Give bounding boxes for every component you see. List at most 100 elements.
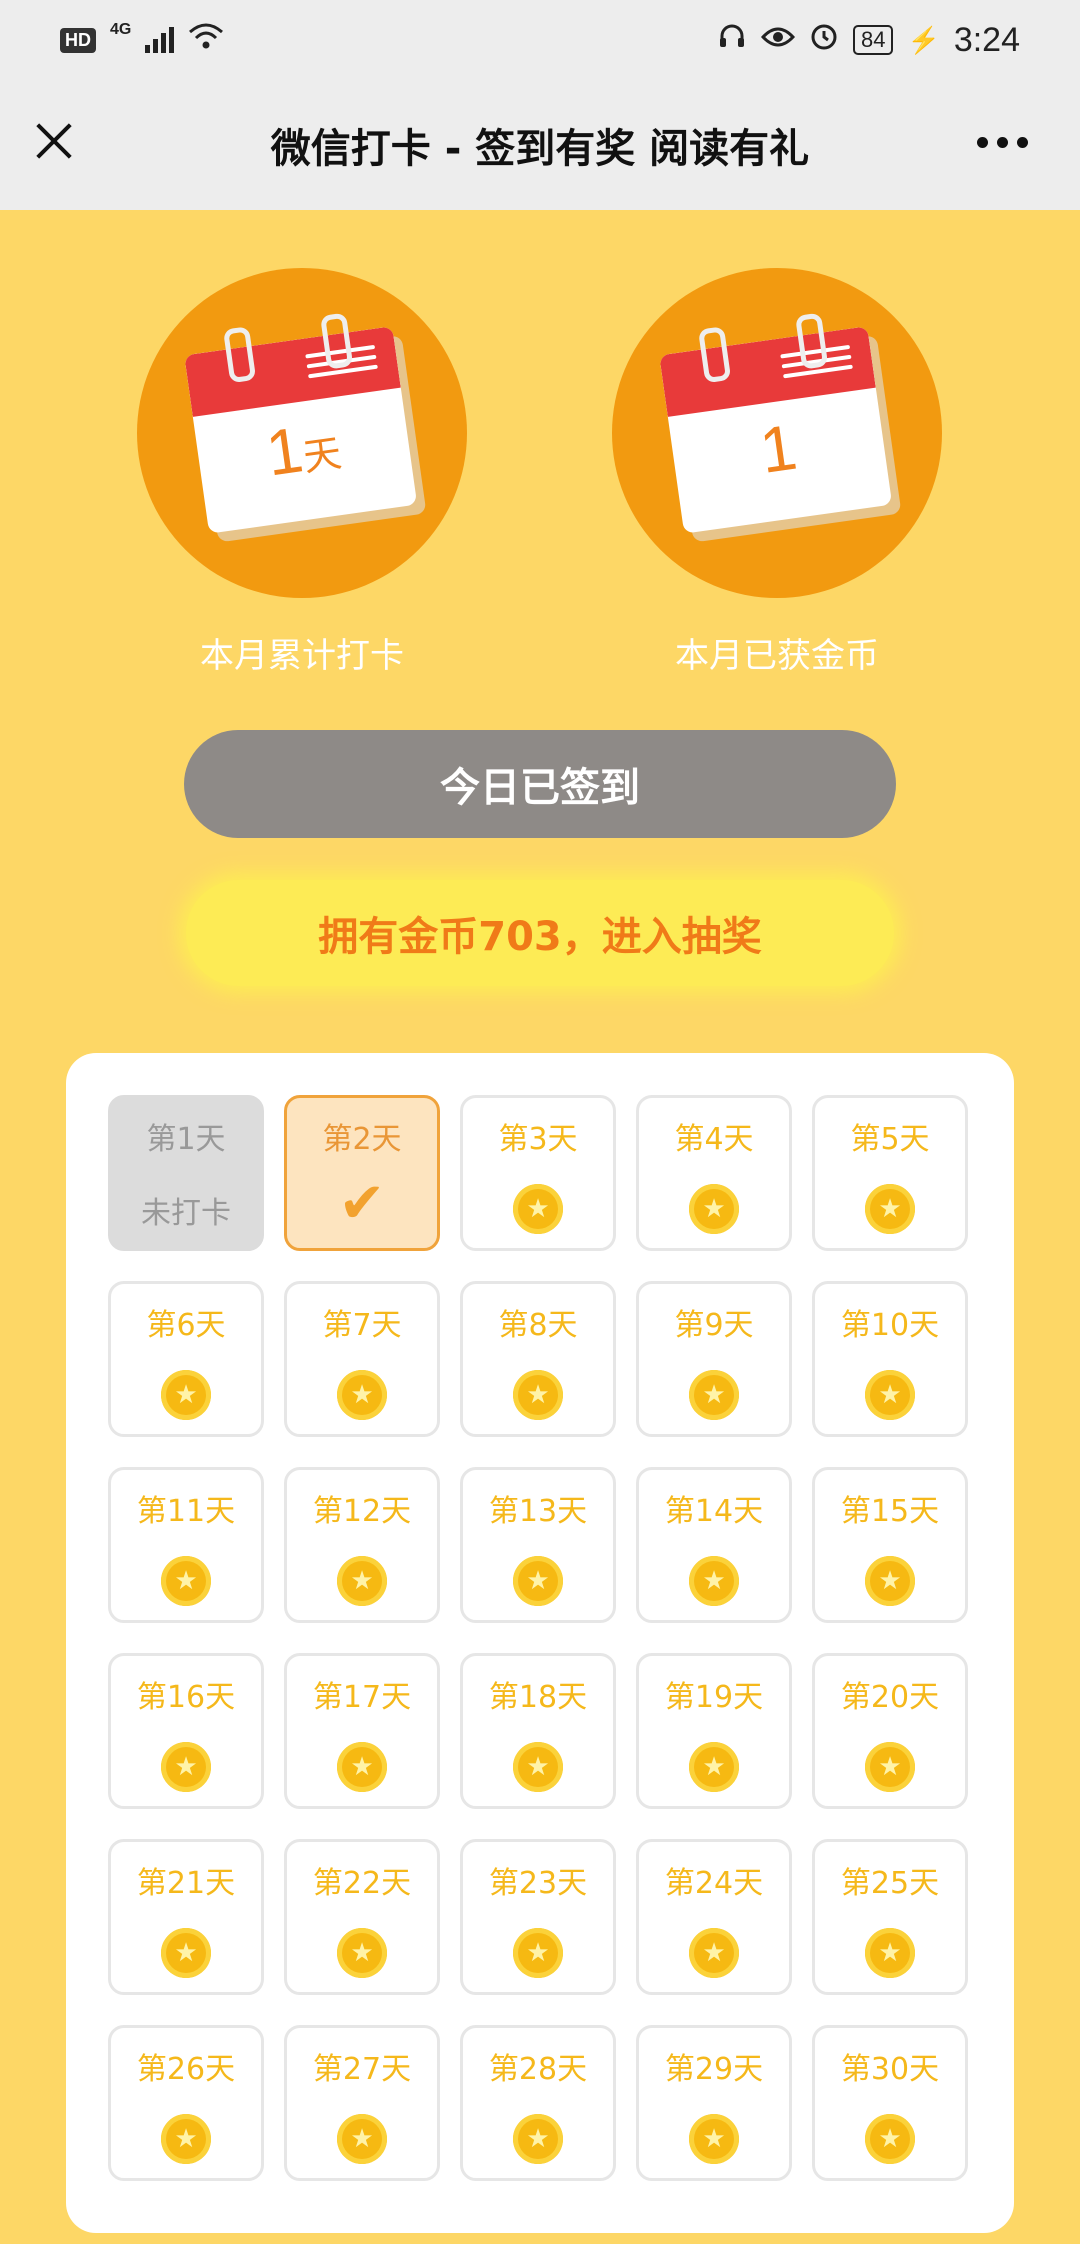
monthly-coins-stat: 1 本月已获金币 bbox=[612, 268, 942, 677]
coin-icon: ★ bbox=[513, 1370, 563, 1420]
more-icon[interactable] bbox=[977, 137, 1028, 148]
coin-icon: ★ bbox=[689, 1556, 739, 1606]
day-label: 第28天 bbox=[488, 2052, 588, 2087]
day-label: 第16天 bbox=[136, 1680, 236, 1715]
calendar-badge: 1天 bbox=[137, 268, 467, 598]
coin-icon: ★ bbox=[689, 1370, 739, 1420]
day-label: 第17天 bbox=[312, 1680, 412, 1715]
coin-icon: ★ bbox=[513, 1184, 563, 1234]
day-label: 第27天 bbox=[312, 2052, 412, 2087]
coin-icon: ★ bbox=[513, 1928, 563, 1978]
day-cell[interactable]: 第3天 ★ bbox=[460, 1095, 616, 1251]
network-type: 4G bbox=[110, 21, 132, 38]
day-cell[interactable]: 第19天 ★ bbox=[636, 1653, 792, 1809]
coin-icon: ★ bbox=[689, 2114, 739, 2164]
day-cell[interactable]: 第4天 ★ bbox=[636, 1095, 792, 1251]
day-cell[interactable]: 第30天 ★ bbox=[812, 2025, 968, 2181]
day-cell[interactable]: 第14天 ★ bbox=[636, 1467, 792, 1623]
alarm-icon bbox=[809, 21, 839, 59]
day-cell[interactable]: 第7天 ★ bbox=[284, 1281, 440, 1437]
coin-icon: ★ bbox=[865, 1742, 915, 1792]
day-label: 第12天 bbox=[312, 1494, 412, 1529]
checkin-days-unit: 天 bbox=[300, 432, 345, 480]
status-bar: HD 4G 84 ⚡ 3:24 bbox=[0, 0, 1080, 80]
day-label: 第11天 bbox=[136, 1494, 236, 1529]
coin-icon: ★ bbox=[161, 2114, 211, 2164]
day-cell[interactable]: 第2天 ✔ bbox=[284, 1095, 440, 1251]
page-title: 微信打卡 - 签到有奖 阅读有礼 bbox=[270, 126, 810, 172]
checkin-days-label: 本月累计打卡 bbox=[200, 636, 404, 676]
day-cell[interactable]: 第27天 ★ bbox=[284, 2025, 440, 2181]
day-cell[interactable]: 第5天 ★ bbox=[812, 1095, 968, 1251]
day-grid: 第1天 未打卡 第2天 ✔ 第3天 ★ 第4天 ★ 第5天 ★ 第6天 ★ 第7天 ★ 第8天 ★ 第9天 ★ 第1… bbox=[108, 1095, 968, 2181]
day-label: 第23天 bbox=[488, 1866, 588, 1901]
day-label: 第13天 bbox=[488, 1494, 588, 1529]
checkin-calendar: 第1天 未打卡 第2天 ✔ 第3天 ★ 第4天 ★ 第5天 ★ 第6天 ★ 第7天 ★ 第8天 ★ 第9天 ★ 第1… bbox=[66, 1053, 1014, 2233]
monthly-checkin-stat: 1天 本月累计打卡 bbox=[137, 268, 467, 677]
day-cell[interactable]: 第12天 ★ bbox=[284, 1467, 440, 1623]
day-cell[interactable]: 第11天 ★ bbox=[108, 1467, 264, 1623]
day-cell[interactable]: 第17天 ★ bbox=[284, 1653, 440, 1809]
day-cell[interactable]: 第20天 ★ bbox=[812, 1653, 968, 1809]
eye-icon bbox=[760, 23, 796, 57]
coin-icon: ★ bbox=[865, 2114, 915, 2164]
day-cell[interactable]: 第21天 ★ bbox=[108, 1839, 264, 1995]
close-icon[interactable] bbox=[30, 110, 80, 170]
day-cell[interactable]: 第23天 ★ bbox=[460, 1839, 616, 1995]
status-left: HD 4G bbox=[60, 21, 224, 58]
day-cell[interactable]: 第1天 未打卡 bbox=[108, 1095, 264, 1251]
coin-icon: ★ bbox=[337, 1928, 387, 1978]
calendar-icon: 1天 bbox=[181, 306, 418, 543]
day-cell[interactable]: 第26天 ★ bbox=[108, 2025, 264, 2181]
day-label: 第20天 bbox=[840, 1680, 940, 1715]
day-cell[interactable]: 第18天 ★ bbox=[460, 1653, 616, 1809]
day-cell[interactable]: 第24天 ★ bbox=[636, 1839, 792, 1995]
day-label: 第7天 bbox=[322, 1308, 402, 1343]
day-cell[interactable]: 第22天 ★ bbox=[284, 1839, 440, 1995]
lottery-button[interactable]: 拥有金币703，进入抽奖 bbox=[186, 880, 894, 986]
coin-icon: ★ bbox=[161, 1556, 211, 1606]
coin-icon: ★ bbox=[689, 1742, 739, 1792]
signed-in-button[interactable]: 今日已签到 bbox=[184, 730, 896, 838]
coin-icon: ★ bbox=[865, 1184, 915, 1234]
day-label: 第29天 bbox=[664, 2052, 764, 2087]
day-cell[interactable]: 第9天 ★ bbox=[636, 1281, 792, 1437]
headset-icon bbox=[717, 21, 747, 59]
day-cell[interactable]: 第25天 ★ bbox=[812, 1839, 968, 1995]
day-label: 第25天 bbox=[840, 1866, 940, 1901]
coin-icon: ★ bbox=[513, 1556, 563, 1606]
coin-icon: ★ bbox=[161, 1742, 211, 1792]
coin-icon: ★ bbox=[689, 1184, 739, 1234]
day-cell[interactable]: 第6天 ★ bbox=[108, 1281, 264, 1437]
coin-icon: ★ bbox=[161, 1370, 211, 1420]
coin-icon: ★ bbox=[865, 1556, 915, 1606]
status-right: 84 ⚡ 3:24 bbox=[717, 21, 1020, 60]
coin-icon: ★ bbox=[337, 2114, 387, 2164]
coin-icon: ★ bbox=[161, 1928, 211, 1978]
day-label: 第9天 bbox=[674, 1308, 754, 1343]
day-label: 第22天 bbox=[312, 1866, 412, 1901]
checkin-days-value: 1 bbox=[261, 413, 308, 490]
day-label: 第30天 bbox=[840, 2052, 940, 2087]
day-cell[interactable]: 第10天 ★ bbox=[812, 1281, 968, 1437]
day-cell[interactable]: 第15天 ★ bbox=[812, 1467, 968, 1623]
charging-icon: ⚡ bbox=[907, 24, 940, 55]
day-cell[interactable]: 第28天 ★ bbox=[460, 2025, 616, 2181]
title-bar: 微信打卡 - 签到有奖 阅读有礼 bbox=[0, 80, 1080, 210]
coin-icon: ★ bbox=[337, 1370, 387, 1420]
battery-indicator: 84 bbox=[852, 25, 894, 55]
coin-icon: ★ bbox=[689, 1928, 739, 1978]
wifi-icon bbox=[188, 22, 224, 58]
day-cell[interactable]: 第8天 ★ bbox=[460, 1281, 616, 1437]
day-label: 第3天 bbox=[498, 1122, 578, 1157]
hd-badge: HD bbox=[60, 27, 96, 53]
day-label: 第26天 bbox=[136, 2052, 236, 2087]
day-cell[interactable]: 第16天 ★ bbox=[108, 1653, 264, 1809]
clock-time: 3:24 bbox=[953, 20, 1020, 59]
day-label: 第5天 bbox=[850, 1122, 930, 1157]
signal-icon bbox=[145, 27, 175, 53]
day-cell[interactable]: 第29天 ★ bbox=[636, 2025, 792, 2181]
coin-icon: ★ bbox=[513, 1742, 563, 1792]
day-cell[interactable]: 第13天 ★ bbox=[460, 1467, 616, 1623]
calendar-icon: 1 bbox=[656, 306, 893, 543]
